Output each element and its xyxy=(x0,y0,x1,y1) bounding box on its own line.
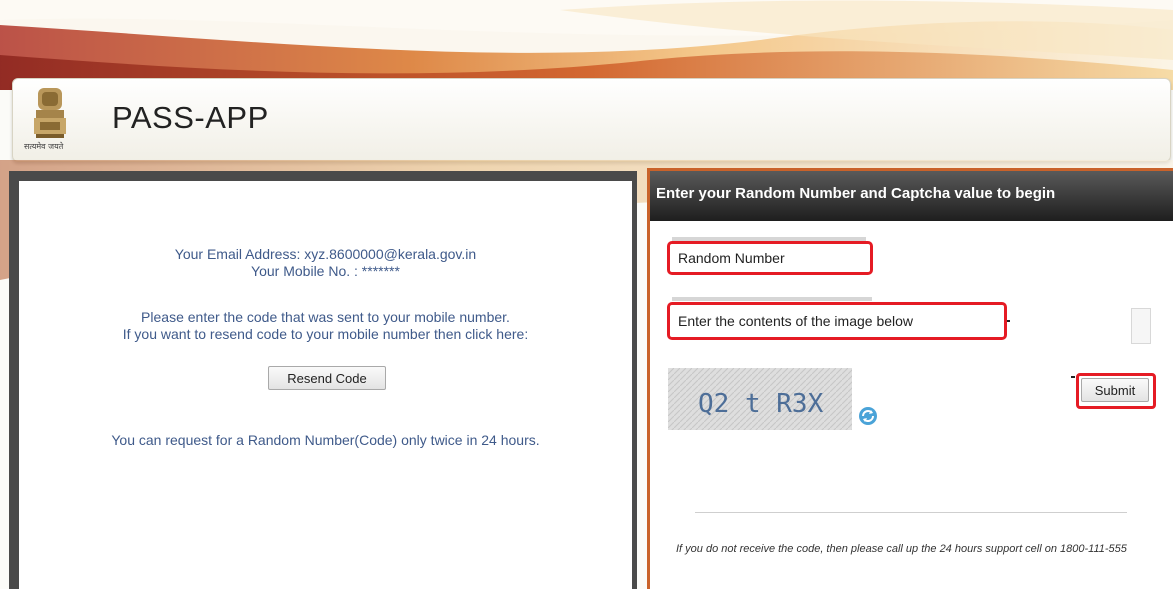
login-panel-heading: Enter your Random Number and Captcha val… xyxy=(656,185,1056,202)
random-number-input[interactable] xyxy=(667,241,873,275)
cursor-mark xyxy=(1007,320,1010,322)
email-address-text: Your Email Address: xyz.8600000@kerala.g… xyxy=(174,246,477,262)
mobile-number-text: Your Mobile No. : ******* xyxy=(251,263,400,279)
divider xyxy=(695,512,1127,513)
instruction-text-1: Please enter the code that was sent to y… xyxy=(141,309,510,325)
page-title: PASS-APP xyxy=(112,100,269,135)
field-shadow xyxy=(672,297,872,301)
request-limit-note: You can request for a Random Number(Code… xyxy=(111,432,540,448)
page: सत्यमेव जयते PASS-APP Your Email Address… xyxy=(0,0,1173,589)
submit-button[interactable]: Submit xyxy=(1081,378,1149,402)
captcha-text: Q2 t R3X xyxy=(698,389,824,419)
pointer-mark xyxy=(1071,376,1075,378)
refresh-icon[interactable] xyxy=(858,406,878,426)
resend-code-button[interactable]: Resend Code xyxy=(268,366,386,390)
captcha-image: Q2 t R3X xyxy=(668,368,852,430)
emblem-caption: सत्यमेव जयते xyxy=(24,142,64,151)
captcha-input[interactable] xyxy=(667,302,1007,340)
top-banner xyxy=(0,0,1173,90)
hidden-field[interactable] xyxy=(1131,308,1151,344)
support-note: If you do not receive the code, then ple… xyxy=(676,543,1127,555)
instruction-text-2: If you want to resend code to your mobil… xyxy=(122,326,529,342)
